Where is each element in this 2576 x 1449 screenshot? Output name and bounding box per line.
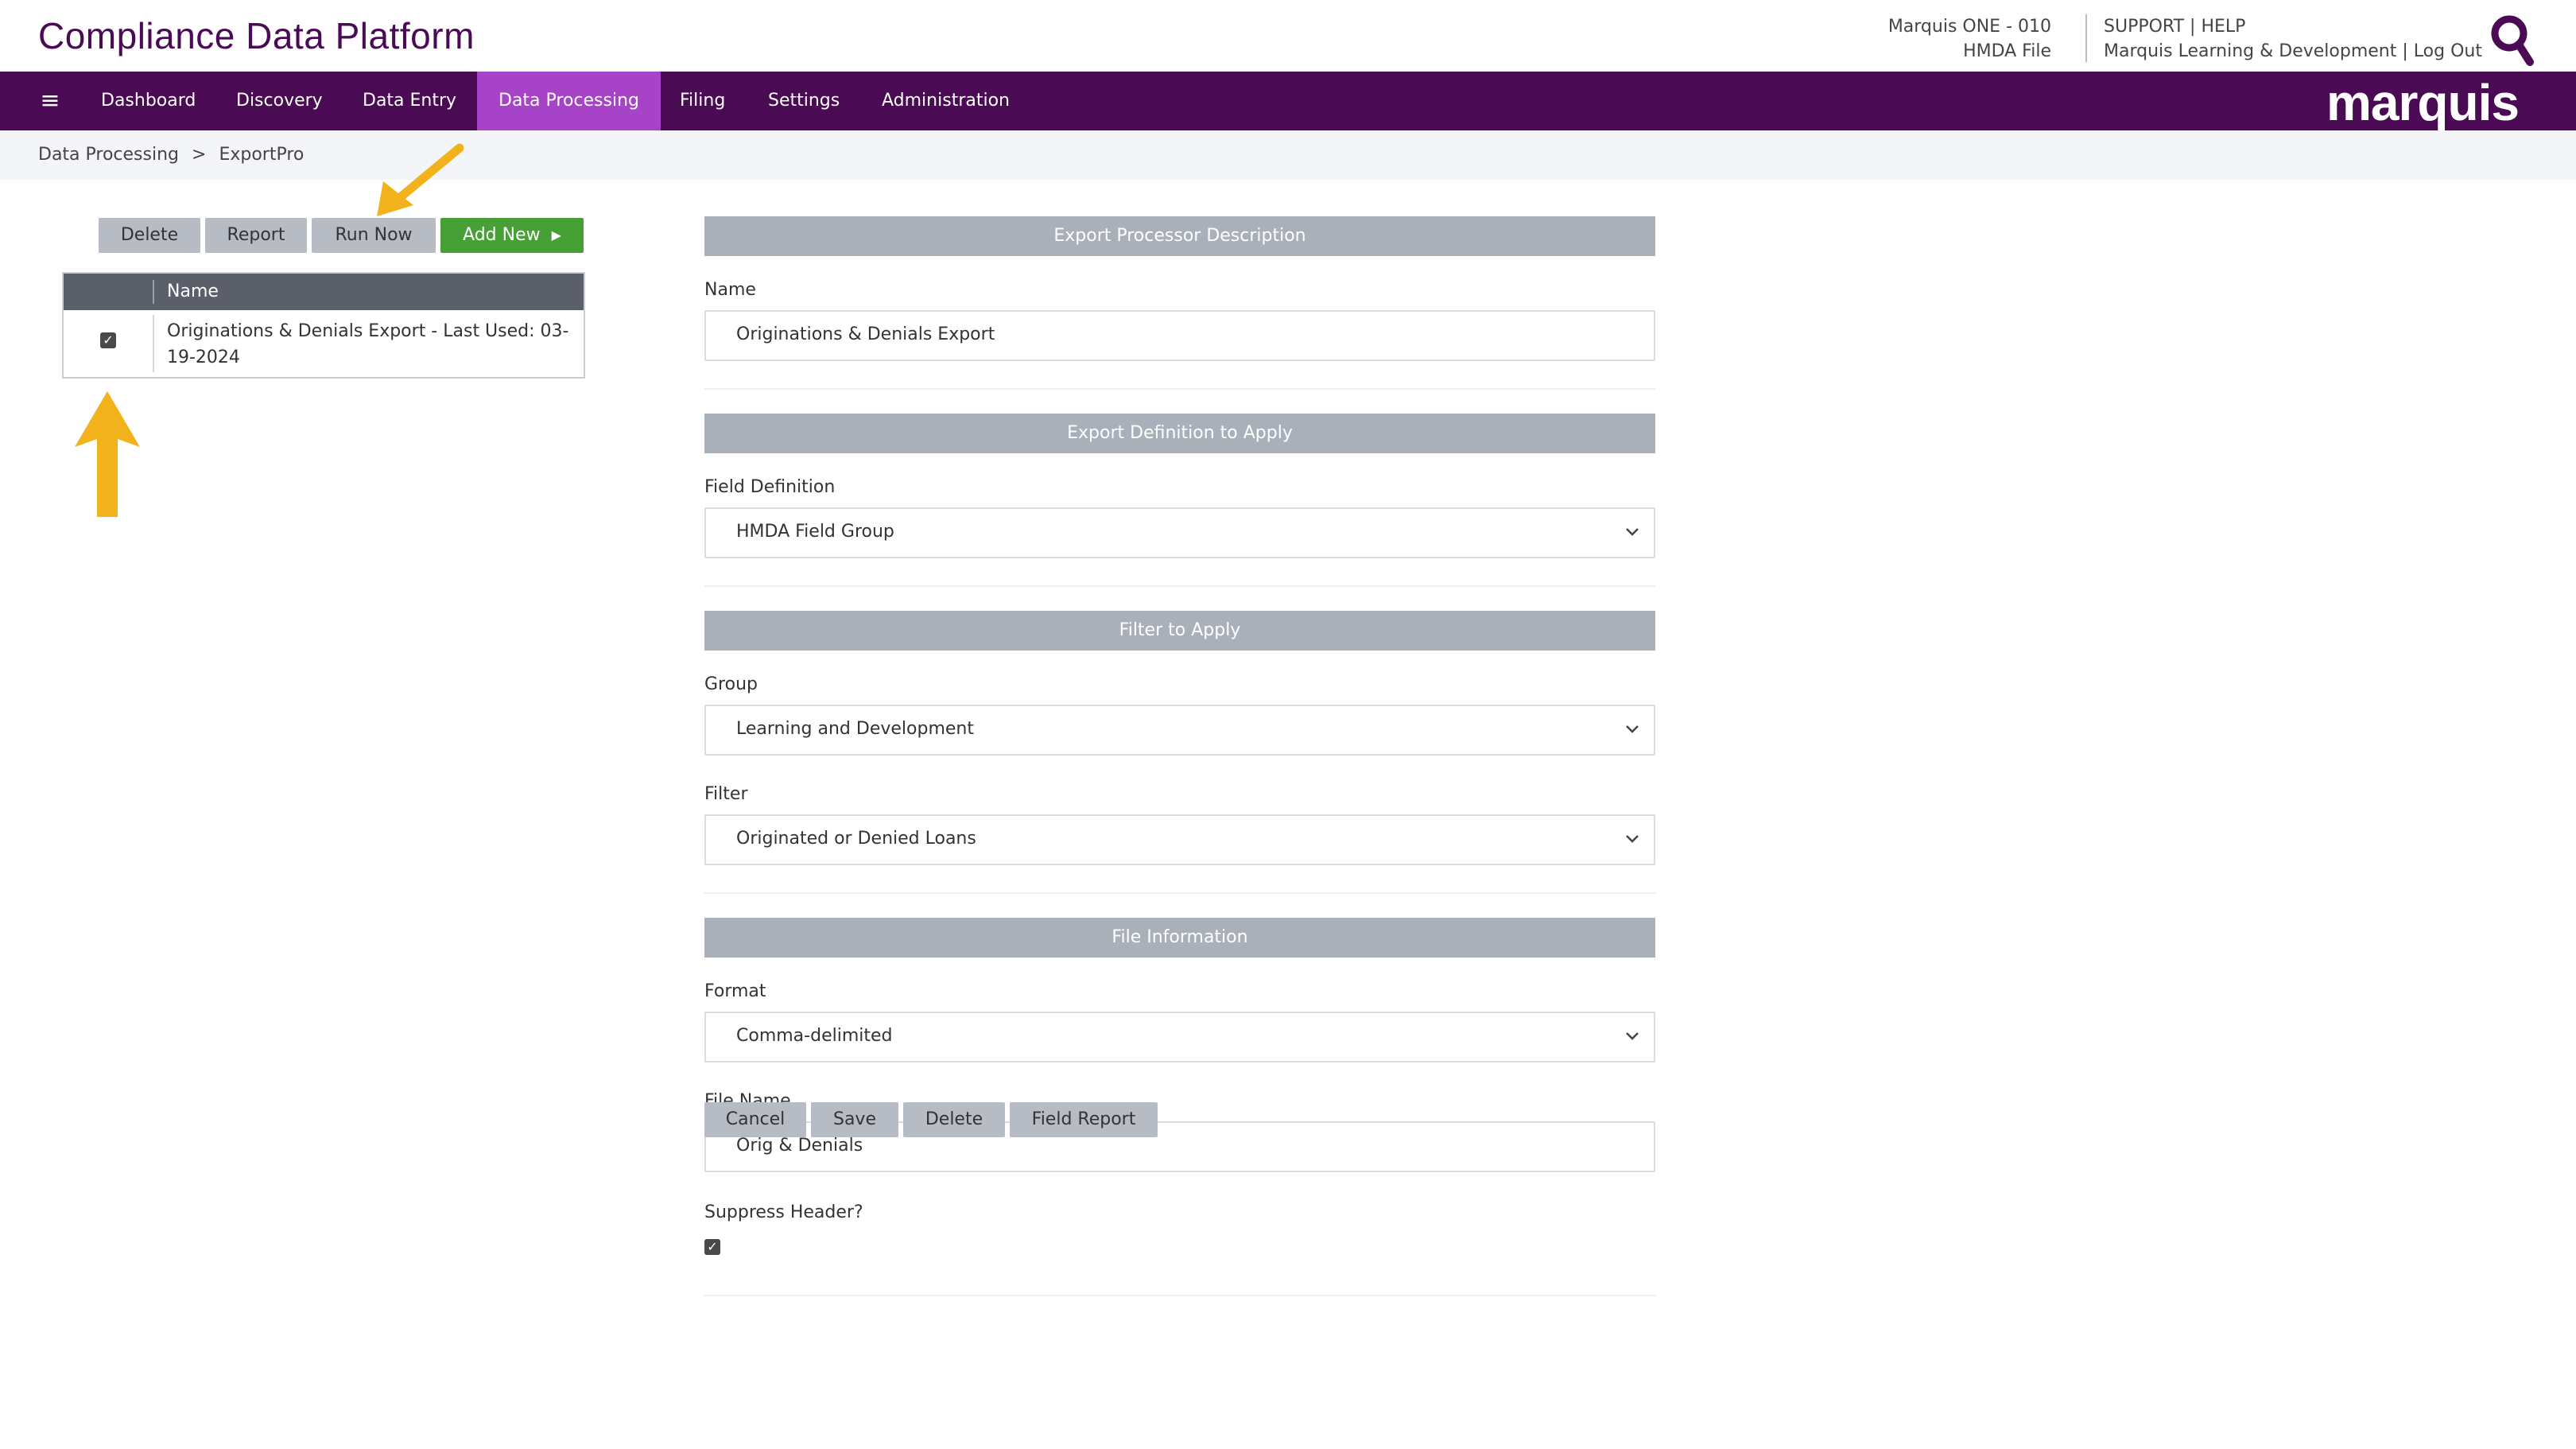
group-value: Learning and Development: [736, 719, 974, 739]
hamburger-icon[interactable]: ≡: [37, 87, 64, 115]
format-label: Format: [704, 981, 766, 1001]
pipe-separator: |: [2190, 17, 2196, 37]
chevron-down-icon: [1626, 835, 1639, 843]
save-button[interactable]: Save: [811, 1102, 898, 1137]
breadcrumb-separator: >: [192, 145, 207, 165]
field-definition-label: Field Definition: [704, 477, 836, 497]
nav-data-processing[interactable]: Data Processing: [477, 72, 661, 130]
column-divider: [153, 315, 154, 372]
list-report-button[interactable]: Report: [205, 218, 307, 253]
list-header: Name: [64, 274, 584, 310]
field-report-button[interactable]: Field Report: [1010, 1102, 1158, 1137]
user-org: Marquis Learning & Development: [2104, 41, 2397, 61]
section-definition: Export Definition to Apply: [704, 414, 1655, 453]
breadcrumb-data-processing[interactable]: Data Processing: [38, 145, 179, 165]
divider: [704, 892, 1655, 894]
file-name-value: Orig & Denials: [736, 1136, 863, 1156]
add-new-label: Add New: [463, 225, 541, 245]
row-name[interactable]: Originations & Denials Export - Last Use…: [167, 318, 572, 371]
nav-dashboard[interactable]: Dashboard: [80, 72, 217, 130]
field-definition-value: HMDA Field Group: [736, 522, 894, 542]
section-description: Export Processor Description: [704, 216, 1655, 256]
export-processor-list: Name ✓ Originations & Denials Export - L…: [62, 272, 585, 379]
brand-logo: marquis: [2326, 74, 2520, 131]
chevron-down-icon: [1626, 725, 1639, 733]
section-filter: Filter to Apply: [704, 611, 1655, 651]
nav-discovery[interactable]: Discovery: [215, 72, 344, 130]
org-name: Marquis ONE - 010: [1887, 17, 2051, 37]
org-info: Marquis ONE - 010 HMDA File: [1888, 14, 2051, 64]
divider: [704, 585, 1655, 587]
suppress-header-checkbox[interactable]: ✓: [704, 1239, 720, 1255]
column-name-header[interactable]: Name: [167, 282, 219, 301]
group-label: Group: [704, 674, 758, 694]
suppress-header-label: Suppress Header?: [704, 1202, 863, 1222]
header-divider: [2085, 14, 2087, 62]
chevron-down-icon: [1626, 528, 1639, 536]
cancel-button[interactable]: Cancel: [704, 1102, 806, 1137]
name-label: Name: [704, 280, 756, 300]
filter-select[interactable]: Originated or Denied Loans: [704, 814, 1655, 865]
file-name: HMDA File: [1963, 41, 2051, 61]
filter-value: Originated or Denied Loans: [736, 829, 976, 849]
name-input[interactable]: Originations & Denials Export: [704, 310, 1655, 361]
app-header: Compliance Data Platform Marquis ONE - 0…: [0, 0, 2576, 72]
callout-arrow-icon: [75, 391, 140, 517]
nav-administration[interactable]: Administration: [860, 72, 1031, 130]
list-delete-button[interactable]: Delete: [99, 218, 200, 253]
add-new-button[interactable]: Add New ▶: [440, 218, 584, 253]
format-select[interactable]: Comma-delimited: [704, 1012, 1655, 1062]
search-icon[interactable]: [2490, 14, 2535, 67]
group-select[interactable]: Learning and Development: [704, 705, 1655, 756]
divider: [704, 388, 1655, 390]
table-row[interactable]: ✓ Originations & Denials Export - Last U…: [64, 310, 584, 377]
field-definition-select[interactable]: HMDA Field Group: [704, 507, 1655, 558]
section-file-information: File Information: [704, 918, 1655, 958]
breadcrumb: Data Processing > ExportPro: [38, 145, 304, 165]
run-now-button[interactable]: Run Now: [312, 218, 436, 253]
support-link[interactable]: SUPPORT: [2104, 17, 2184, 37]
row-checkbox[interactable]: ✓: [100, 332, 116, 348]
name-value: Originations & Denials Export: [736, 324, 995, 344]
divider: [704, 1295, 1655, 1296]
app-title: Compliance Data Platform: [38, 15, 475, 56]
main-nav: ≡ Dashboard Discovery Data Entry Data Pr…: [0, 72, 2576, 130]
nav-settings[interactable]: Settings: [747, 72, 861, 130]
filter-label: Filter: [704, 784, 748, 804]
pipe-separator: |: [2402, 41, 2408, 61]
caret-right-icon: ▶: [551, 227, 561, 243]
form-delete-button[interactable]: Delete: [903, 1102, 1005, 1137]
callout-arrow-icon: [377, 143, 464, 216]
logout-link[interactable]: Log Out: [2414, 41, 2482, 61]
help-link[interactable]: HELP: [2201, 17, 2245, 37]
chevron-down-icon: [1626, 1032, 1639, 1040]
nav-data-entry[interactable]: Data Entry: [341, 72, 478, 130]
header-links: SUPPORT | HELP Marquis Learning & Develo…: [2104, 14, 2482, 64]
breadcrumb-exportpro: ExportPro: [219, 145, 305, 165]
column-divider: [153, 280, 154, 304]
format-value: Comma-delimited: [736, 1026, 893, 1046]
nav-filing[interactable]: Filing: [658, 72, 747, 130]
